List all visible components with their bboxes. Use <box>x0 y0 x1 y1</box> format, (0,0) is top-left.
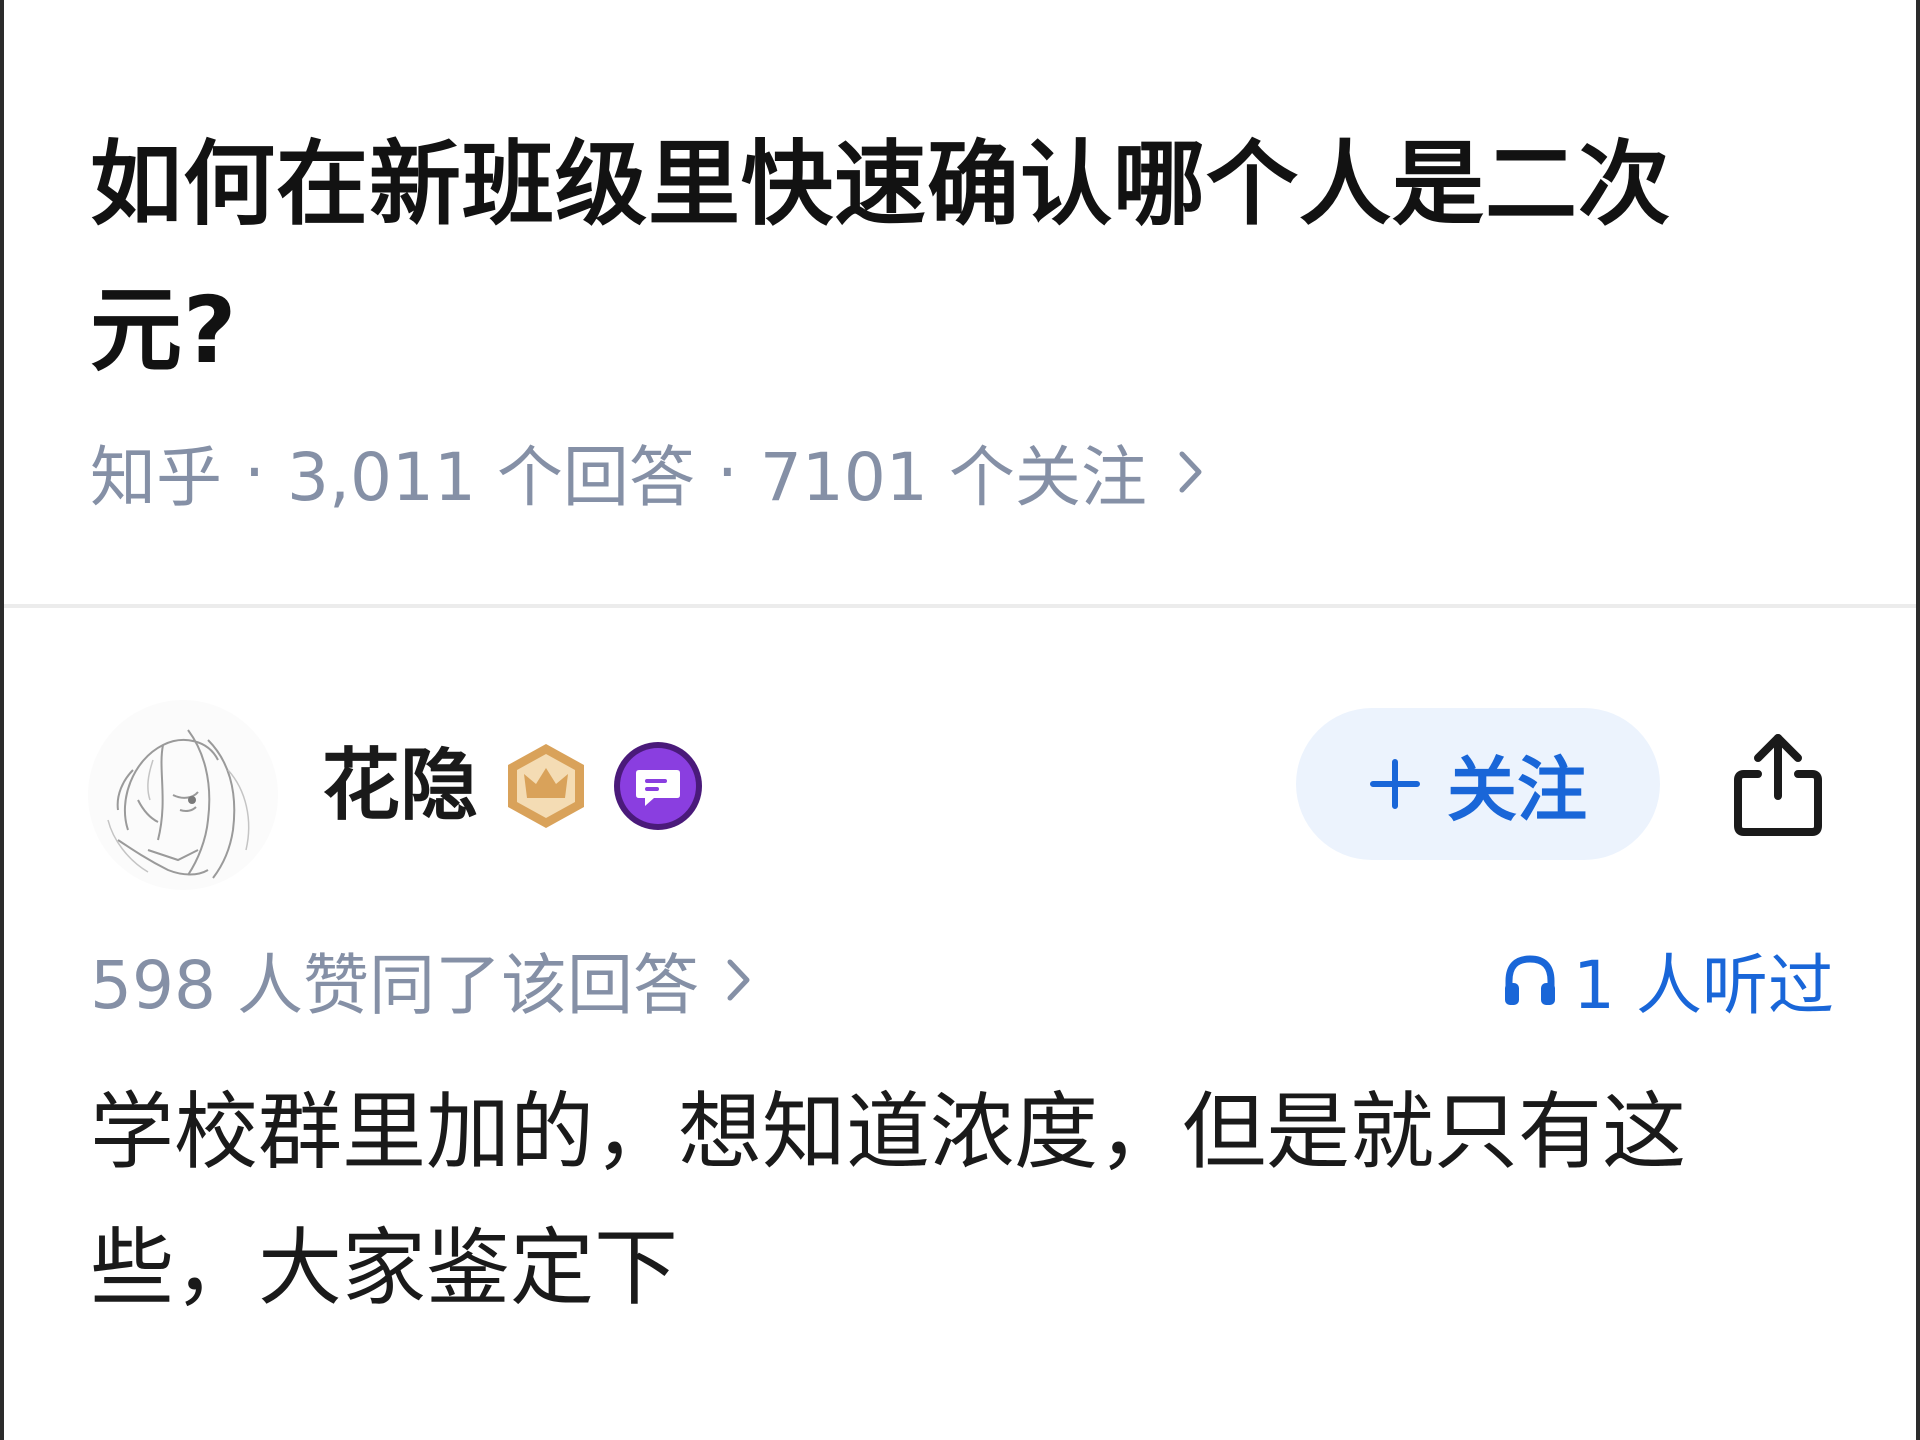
answer-count: 3,011 个回答 <box>286 439 695 516</box>
follower-count: 7101 个关注 <box>759 439 1147 516</box>
screen-edge-left <box>0 0 4 1440</box>
listen-button[interactable]: 1 人听过 <box>1501 940 1834 1024</box>
comment-badge-icon[interactable] <box>612 740 704 832</box>
listen-count: 1 人听过 <box>1573 947 1834 1024</box>
screen-edge-right <box>1916 0 1920 1440</box>
crown-badge-icon[interactable] <box>500 740 592 832</box>
share-icon[interactable] <box>1716 722 1840 846</box>
question-title[interactable]: 如何在新班级里快速确认哪个人是二次元? <box>90 112 1750 404</box>
section-divider <box>4 604 1916 608</box>
meta-separator: · <box>244 433 265 511</box>
question-source: 知乎 <box>90 439 222 516</box>
answer-body: 学校群里加的，想知道浓度，但是就只有这些，大家鉴定下 <box>90 1083 1687 1317</box>
chevron-right-icon <box>1177 449 1205 495</box>
follow-label: 关注 <box>1447 748 1587 831</box>
headphones-icon <box>1501 951 1559 1009</box>
question-meta[interactable]: 知乎 · 3,011 个回答 · 7101 个关注 <box>90 432 1205 516</box>
plus-icon <box>1369 758 1421 810</box>
avatar[interactable] <box>88 700 278 890</box>
chevron-right-icon <box>725 957 753 1003</box>
upvote-summary[interactable]: 598 人赞同了该回答 <box>90 940 753 1024</box>
follow-button[interactable]: 关注 <box>1296 708 1660 860</box>
author-name[interactable]: 花隐 <box>322 736 478 836</box>
meta-separator: · <box>716 433 738 511</box>
upvote-text: 598 人赞同了该回答 <box>90 947 699 1024</box>
